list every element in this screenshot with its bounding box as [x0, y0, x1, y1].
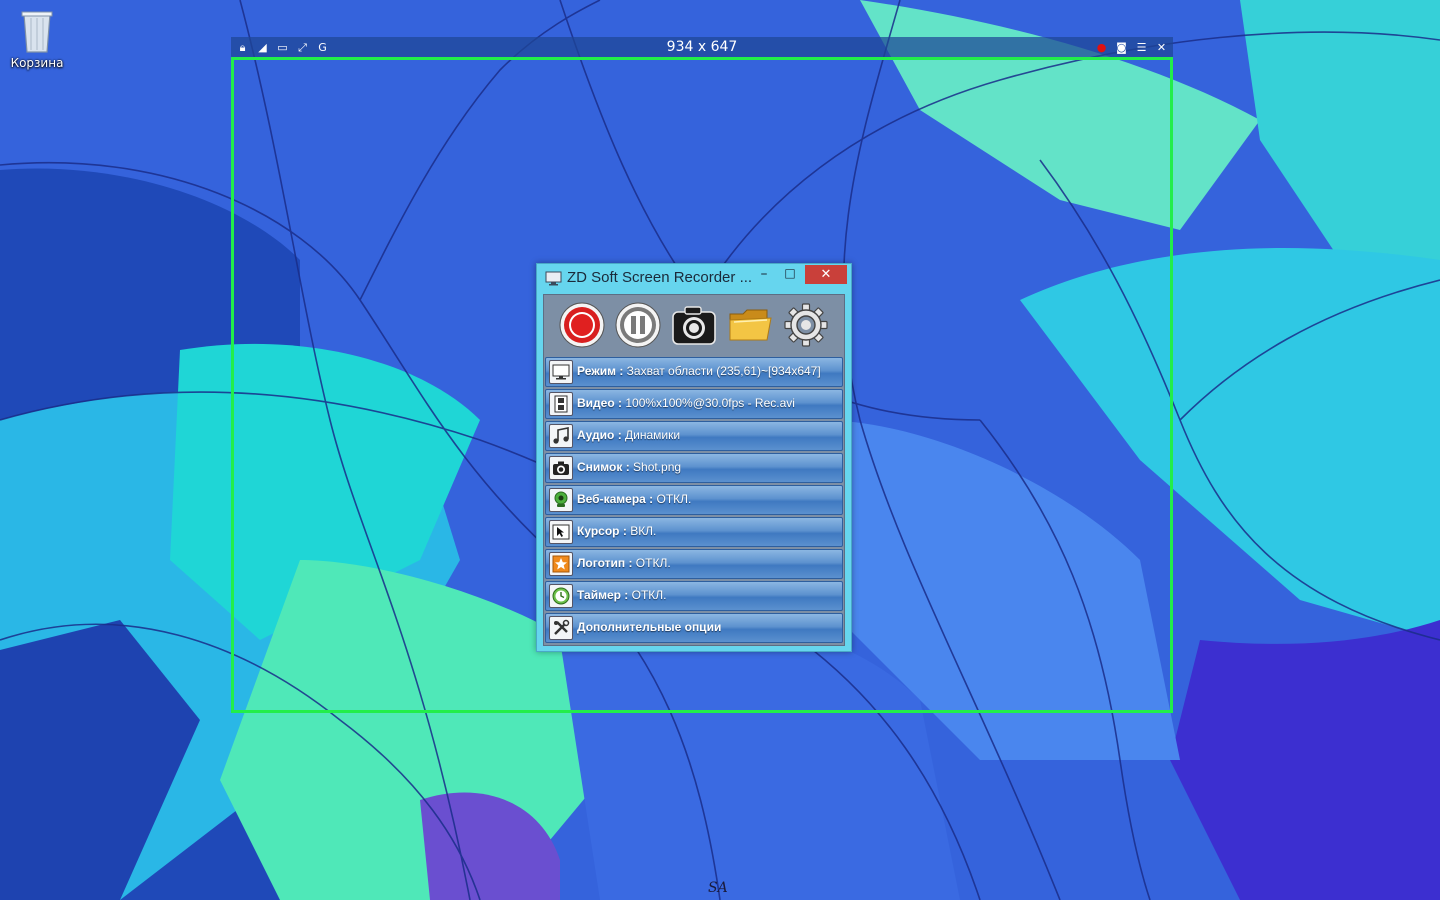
snapshot-button[interactable] — [670, 301, 717, 348]
menu-label: Курсор — [577, 524, 620, 538]
app-monitor-icon — [545, 271, 562, 290]
menu-value: 100%x100%@30.0fps - Rec.avi — [625, 396, 795, 410]
record-icon — [559, 302, 604, 347]
list-icon[interactable]: ☰ — [1134, 40, 1149, 55]
close-button[interactable]: ✕ — [805, 265, 847, 284]
menu-label: Режим — [577, 364, 616, 378]
logo-star-icon — [549, 552, 573, 576]
monitor-icon — [549, 360, 573, 384]
tools-icon — [549, 616, 573, 640]
menu-label: Веб-камера — [577, 492, 646, 506]
menu-item-advanced-options[interactable]: Дополнительные опции — [545, 613, 843, 643]
settings-button[interactable] — [782, 301, 829, 348]
menu-item-cursor[interactable]: Курсор : ВКЛ. — [545, 517, 843, 547]
menu-value: ВКЛ. — [630, 524, 657, 538]
music-note-icon — [549, 424, 573, 448]
menu-item-timer[interactable]: Таймер : ОТКЛ. — [545, 581, 843, 611]
menu-label: Логотип — [577, 556, 626, 570]
capture-region-toolbar: 🔒︎ ◢ ▭ ⤢ G 934 x 647 ● ◙ ☰ ✕ — [231, 37, 1173, 58]
menu-item-audio[interactable]: Аудио : Динамики — [545, 421, 843, 451]
pause-icon — [615, 302, 660, 347]
recycle-bin-label: Корзина — [10, 56, 64, 70]
recorder-titlebar[interactable]: ZD Soft Screen Recorder ... – □ ✕ — [537, 264, 851, 294]
recorder-body: Режим : Захват области (235,61)~[934x647… — [543, 294, 845, 646]
menu-label: Видео — [577, 396, 615, 410]
snapshot-camera-icon — [671, 305, 716, 345]
timer-clock-icon — [549, 584, 573, 608]
film-icon — [549, 392, 573, 416]
camera-icon[interactable]: ◙ — [1114, 40, 1129, 55]
capture-size-readout: 934 x 647 — [666, 39, 738, 55]
menu-item-logo[interactable]: Логотип : ОТКЛ. — [545, 549, 843, 579]
recycle-bin-shortcut[interactable]: Корзина — [6, 6, 68, 70]
close-icon[interactable]: ✕ — [1154, 40, 1169, 55]
menu-value: ОТКЛ. — [631, 588, 667, 602]
menu-item-mode[interactable]: Режим : Захват области (235,61)~[934x647… — [545, 357, 843, 387]
menu-value: Shot.png — [633, 460, 682, 474]
recycle-bin-icon — [21, 11, 53, 53]
menu-label: Таймер — [577, 588, 621, 602]
open-folder-button[interactable] — [726, 301, 773, 348]
recorder-window: ZD Soft Screen Recorder ... – □ ✕ Режим … — [536, 263, 852, 652]
pause-button[interactable] — [614, 301, 661, 348]
menu-value: ОТКЛ. — [656, 492, 692, 506]
menu-value: Захват области (235,61)~[934x647] — [626, 364, 821, 378]
settings-menu-list: Режим : Захват области (235,61)~[934x647… — [545, 357, 843, 645]
settings-gear-icon — [783, 302, 828, 347]
menu-label: Снимок — [577, 460, 623, 474]
camera-icon — [549, 456, 573, 480]
menu-value: ОТКЛ. — [635, 556, 671, 570]
menu-value: Динамики — [625, 428, 681, 442]
cursor-icon — [549, 520, 573, 544]
menu-label: Дополнительные опции — [577, 620, 722, 634]
maximize-button[interactable]: □ — [777, 266, 803, 286]
menu-item-video[interactable]: Видео : 100%x100%@30.0fps - Rec.avi — [545, 389, 843, 419]
folder-icon — [729, 309, 772, 340]
menu-label: Аудио — [577, 428, 615, 442]
minimize-button[interactable]: – — [751, 266, 777, 286]
record-dot-icon[interactable]: ● — [1094, 40, 1109, 55]
menu-item-snapshot[interactable]: Снимок : Shot.png — [545, 453, 843, 483]
menu-item-webcam[interactable]: Веб-камера : ОТКЛ. — [545, 485, 843, 515]
capture-right-tools: ● ◙ ☰ ✕ — [1094, 37, 1169, 58]
record-button[interactable] — [558, 301, 605, 348]
signature-watermark: SA — [708, 880, 728, 896]
webcam-icon — [549, 488, 573, 512]
recorder-toolbar — [558, 301, 829, 351]
window-title: ZD Soft Screen Recorder ... — [567, 269, 753, 286]
